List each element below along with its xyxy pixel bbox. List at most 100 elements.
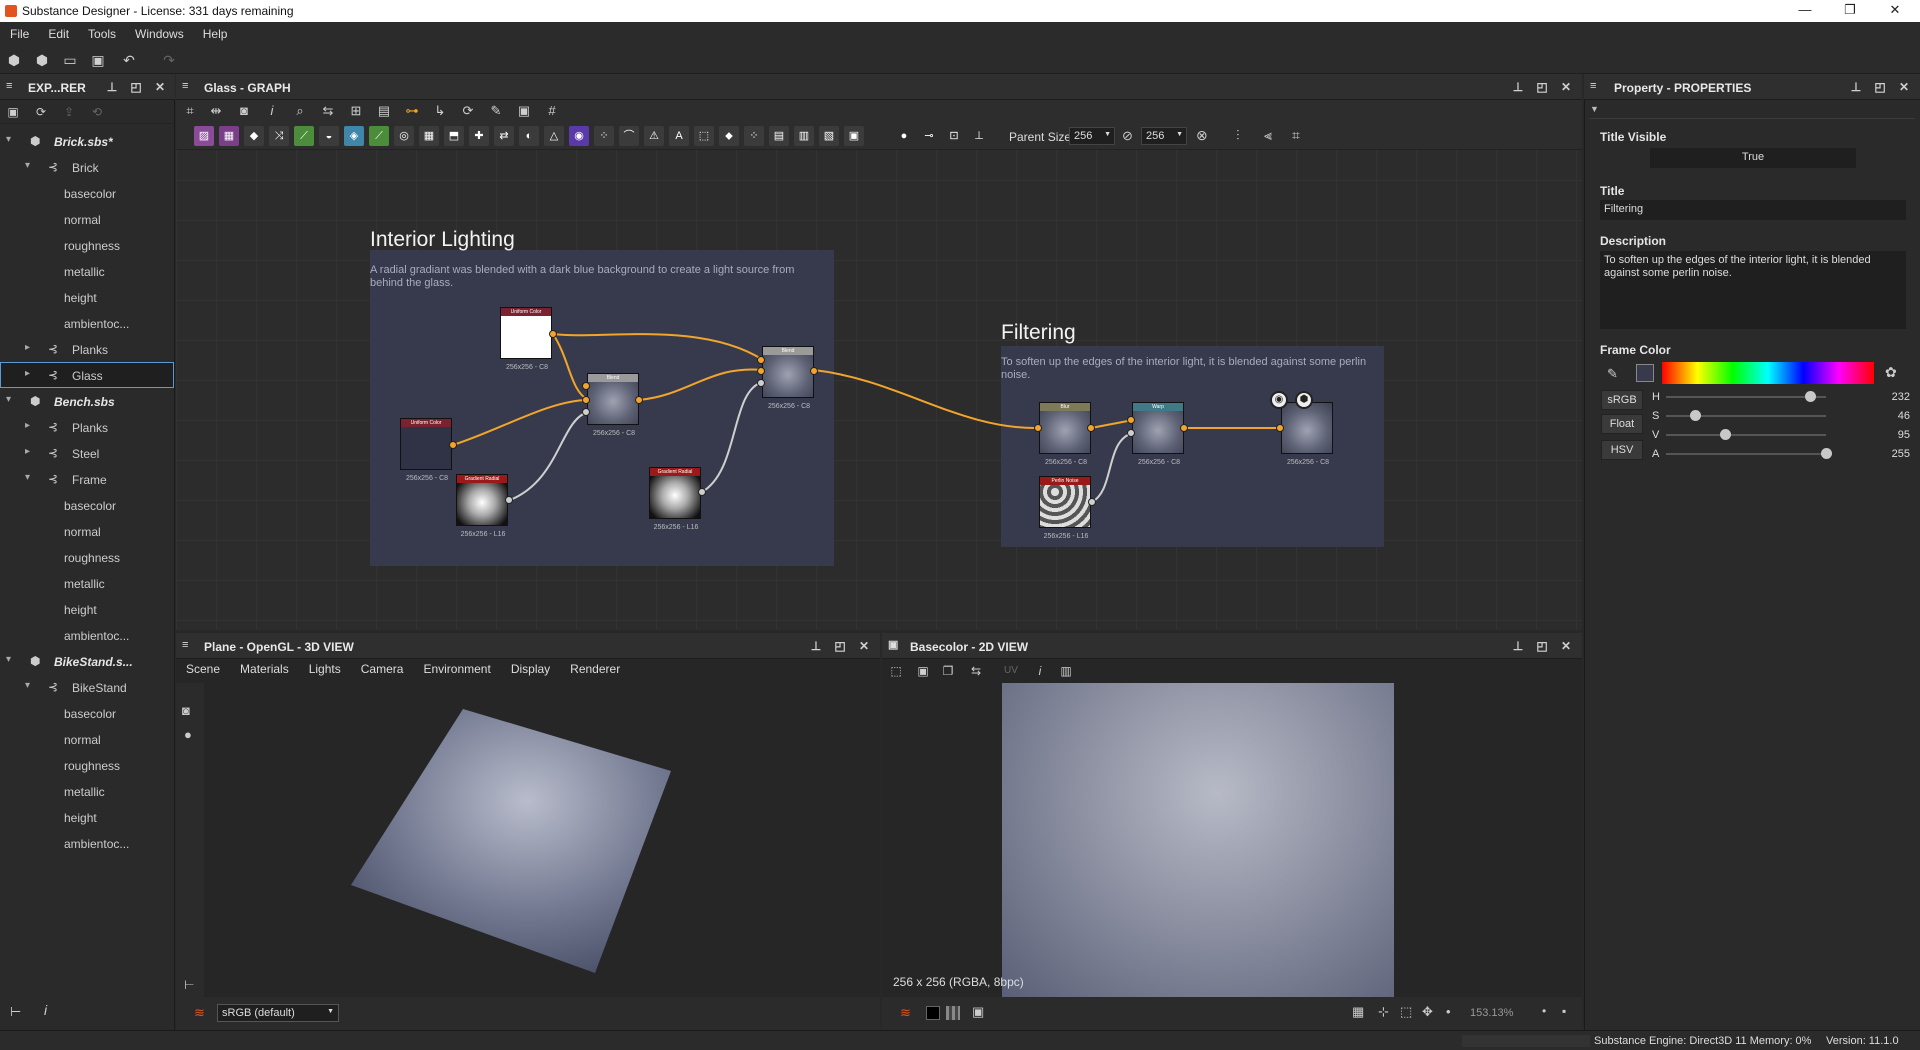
input-port[interactable]	[1127, 416, 1135, 424]
slider-value[interactable]: 232	[1860, 391, 1910, 403]
slider-value[interactable]: 46	[1860, 410, 1910, 422]
zoom-reset-icon[interactable]: •	[1542, 1004, 1546, 1018]
collapse-chevron-icon[interactable]: ▼	[1590, 104, 1599, 114]
info-icon[interactable]: i	[1032, 663, 1048, 679]
zoom-dot-icon[interactable]: •	[1446, 1004, 1451, 1019]
float-mode-button[interactable]: Float	[1601, 414, 1643, 434]
maximize-panel-icon[interactable]: ◰	[1534, 638, 1550, 654]
pan-icon[interactable]: ✥	[1422, 1004, 1433, 1020]
output-port[interactable]	[449, 441, 457, 449]
uniform-color-node-white[interactable]: Uniform Color 256x256 - C8	[500, 307, 552, 371]
input-port[interactable]	[1127, 429, 1135, 437]
camera-icon[interactable]: ◙	[182, 703, 190, 718]
menu-environment[interactable]: Environment	[423, 662, 490, 676]
output-usage-icon[interactable]: ◉	[1270, 391, 1288, 409]
blend-node[interactable]: Blend 256x256 - C8	[587, 373, 639, 437]
node-header: Uniform Color	[401, 419, 451, 427]
menu-lines-icon[interactable]: ≡	[182, 639, 194, 651]
output-port[interactable]	[810, 367, 818, 375]
input-port[interactable]	[582, 408, 590, 416]
colorspace-select[interactable]: sRGB (default) ▼	[217, 1004, 339, 1022]
slider-label: A	[1652, 448, 1660, 460]
slider-thumb[interactable]	[1821, 448, 1832, 459]
checker-bg-icon[interactable]	[946, 1006, 960, 1020]
scene-tree-icon[interactable]: ⊢	[184, 978, 194, 992]
input-port[interactable]	[757, 367, 765, 375]
gradient-radial-node[interactable]: Gradient Radial 256x256 - L16	[456, 474, 508, 538]
menu-lines-icon[interactable]: ≡	[1590, 80, 1602, 92]
input-port[interactable]	[582, 396, 590, 404]
display-icon[interactable]: ▣	[972, 1004, 984, 1020]
hsv-mode-button[interactable]: HSV	[1601, 440, 1643, 460]
gradient-radial-node-2[interactable]: Gradient Radial 256x256 - L16	[649, 467, 701, 531]
close-panel-icon[interactable]: ✕	[1896, 79, 1912, 95]
output-port[interactable]	[635, 396, 643, 404]
slider-value[interactable]: 95	[1860, 429, 1910, 441]
input-port[interactable]	[1276, 424, 1284, 432]
output-port[interactable]	[505, 496, 513, 504]
output-3d-icon[interactable]: ⬢	[1295, 391, 1313, 409]
maximize-panel-icon[interactable]: ◰	[1872, 79, 1888, 95]
link-icon[interactable]: ⇆	[968, 663, 984, 679]
description-field[interactable]: To soften up the edges of the interior l…	[1600, 251, 1906, 329]
slider-track[interactable]	[1666, 453, 1826, 455]
pin-icon[interactable]: ⊥	[1510, 638, 1526, 654]
menu-scene[interactable]: Scene	[186, 662, 220, 676]
perlin-noise-node[interactable]: Perlin Noise 256x256 - L16	[1039, 476, 1091, 540]
output-port[interactable]	[1088, 498, 1096, 506]
title-field[interactable]: Filtering	[1600, 200, 1906, 220]
slider-thumb[interactable]	[1805, 391, 1816, 402]
tile-icon[interactable]: ⊹	[1378, 1004, 1389, 1020]
menu-camera[interactable]: Camera	[361, 662, 404, 676]
grid-icon[interactable]: ▦	[1352, 1004, 1364, 1020]
layers-icon[interactable]: ≋	[900, 1005, 911, 1021]
blend-node-2[interactable]: Blend 256x256 - C8	[762, 346, 814, 410]
output-port[interactable]	[1180, 424, 1188, 432]
copy-icon[interactable]: ❐	[940, 663, 956, 679]
palette-icon[interactable]: ✿	[1885, 364, 1897, 381]
fit-view-icon[interactable]: ⬚	[1400, 1004, 1412, 1020]
save-image-icon[interactable]: ▣	[915, 663, 931, 679]
black-bg-icon[interactable]	[926, 1006, 940, 1020]
output-port[interactable]	[698, 488, 706, 496]
histogram-icon[interactable]: ▥	[1058, 663, 1074, 679]
uv-toggle[interactable]: UV	[1004, 665, 1018, 676]
input-port[interactable]	[757, 379, 765, 387]
color-swatch[interactable]	[1636, 364, 1654, 382]
menu-lights[interactable]: Lights	[309, 662, 341, 676]
output-port[interactable]	[549, 330, 557, 338]
pin-icon[interactable]: ⊥	[808, 638, 824, 654]
texture-preview[interactable]	[1002, 683, 1394, 997]
input-port[interactable]	[582, 382, 590, 390]
blur-node[interactable]: Blur 256x256 - C8	[1039, 402, 1091, 466]
plane-mesh	[351, 709, 671, 973]
layers-icon[interactable]: ≋	[194, 1005, 205, 1021]
pin-icon[interactable]: ⊥	[1848, 79, 1864, 95]
fit-icon[interactable]: ⬚	[888, 663, 904, 679]
menu-display[interactable]: Display	[511, 662, 550, 676]
output-node[interactable]: 256x256 - C8	[1281, 402, 1333, 466]
slider-thumb[interactable]	[1689, 410, 1701, 421]
title-visible-toggle[interactable]: True	[1650, 148, 1856, 168]
input-port[interactable]	[1034, 424, 1042, 432]
output-port[interactable]	[1087, 424, 1095, 432]
view3d-sidebar: ◙ ● ⊢	[176, 683, 204, 997]
hue-spectrum[interactable]	[1662, 362, 1874, 384]
node-label: 256x256 - C8	[505, 364, 549, 371]
menu-renderer[interactable]: Renderer	[570, 662, 620, 676]
slider-value[interactable]: 255	[1860, 448, 1910, 460]
light-icon[interactable]: ●	[184, 727, 192, 742]
input-port[interactable]	[757, 356, 765, 364]
menu-materials[interactable]: Materials	[240, 662, 289, 676]
close-panel-icon[interactable]: ✕	[1558, 638, 1574, 654]
slider-track[interactable]	[1666, 396, 1826, 398]
checker-icon[interactable]: ▣	[888, 639, 900, 651]
srgb-mode-button[interactable]: sRGB	[1601, 390, 1643, 410]
eyedropper-icon[interactable]: ✎	[1607, 366, 1618, 382]
uniform-color-node-dark[interactable]: Uniform Color 256x256 - C8	[400, 418, 452, 482]
slider-track[interactable]	[1666, 434, 1826, 436]
maximize-panel-icon[interactable]: ◰	[832, 638, 848, 654]
close-panel-icon[interactable]: ✕	[856, 638, 872, 654]
lock-icon[interactable]: ▪	[1562, 1004, 1566, 1018]
warp-node[interactable]: Warp 256x256 - C8	[1132, 402, 1184, 466]
